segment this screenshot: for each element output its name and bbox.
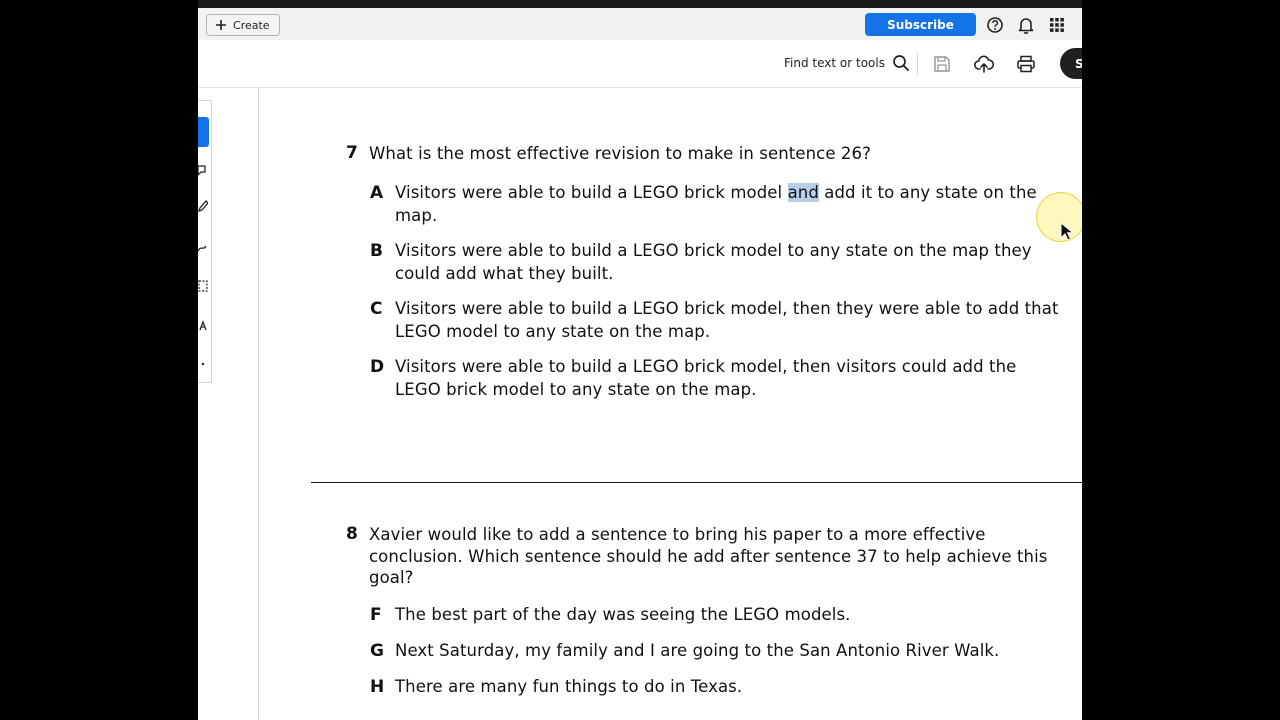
- question-number: 7: [346, 143, 358, 163]
- option-text-part: Visitors were able to build a LEGO brick…: [395, 183, 788, 202]
- selected-text-highlight[interactable]: and: [787, 183, 819, 202]
- option-letter: F: [370, 605, 382, 625]
- question-text: Xavier would like to add a sentence to b…: [369, 525, 1048, 587]
- option-text[interactable]: There are many fun things to do in Texas…: [395, 676, 1060, 699]
- option-text[interactable]: Visitors were able to build a LEGO brick…: [395, 356, 1060, 401]
- option-text[interactable]: Visitors were able to build a LEGO brick…: [395, 240, 1060, 285]
- option-letter: H: [370, 677, 385, 697]
- option-letter: A: [370, 183, 384, 203]
- question-number: 8: [346, 524, 358, 544]
- option-letter: B: [370, 241, 383, 261]
- option-text[interactable]: The best part of the day was seeing the …: [395, 604, 1060, 627]
- option-letter: G: [370, 641, 384, 661]
- question-text: What is the most effective revision to m…: [369, 144, 871, 163]
- cursor-highlight: [1036, 192, 1082, 242]
- option-text[interactable]: Next Saturday, my family and I are going…: [395, 640, 1060, 663]
- pdf-viewer-window: Create Subscribe Find text or tools S 7 …: [198, 0, 1082, 720]
- document-page: 7 What is the most effective revision to…: [198, 0, 1082, 720]
- section-divider: [311, 482, 1082, 483]
- option-text[interactable]: Visitors were able to build a LEGO brick…: [395, 298, 1060, 343]
- option-text[interactable]: Visitors were able to build a LEGO brick…: [395, 182, 1060, 227]
- option-letter: D: [370, 357, 385, 377]
- option-letter: C: [370, 299, 383, 319]
- mouse-cursor-icon: [1060, 222, 1074, 241]
